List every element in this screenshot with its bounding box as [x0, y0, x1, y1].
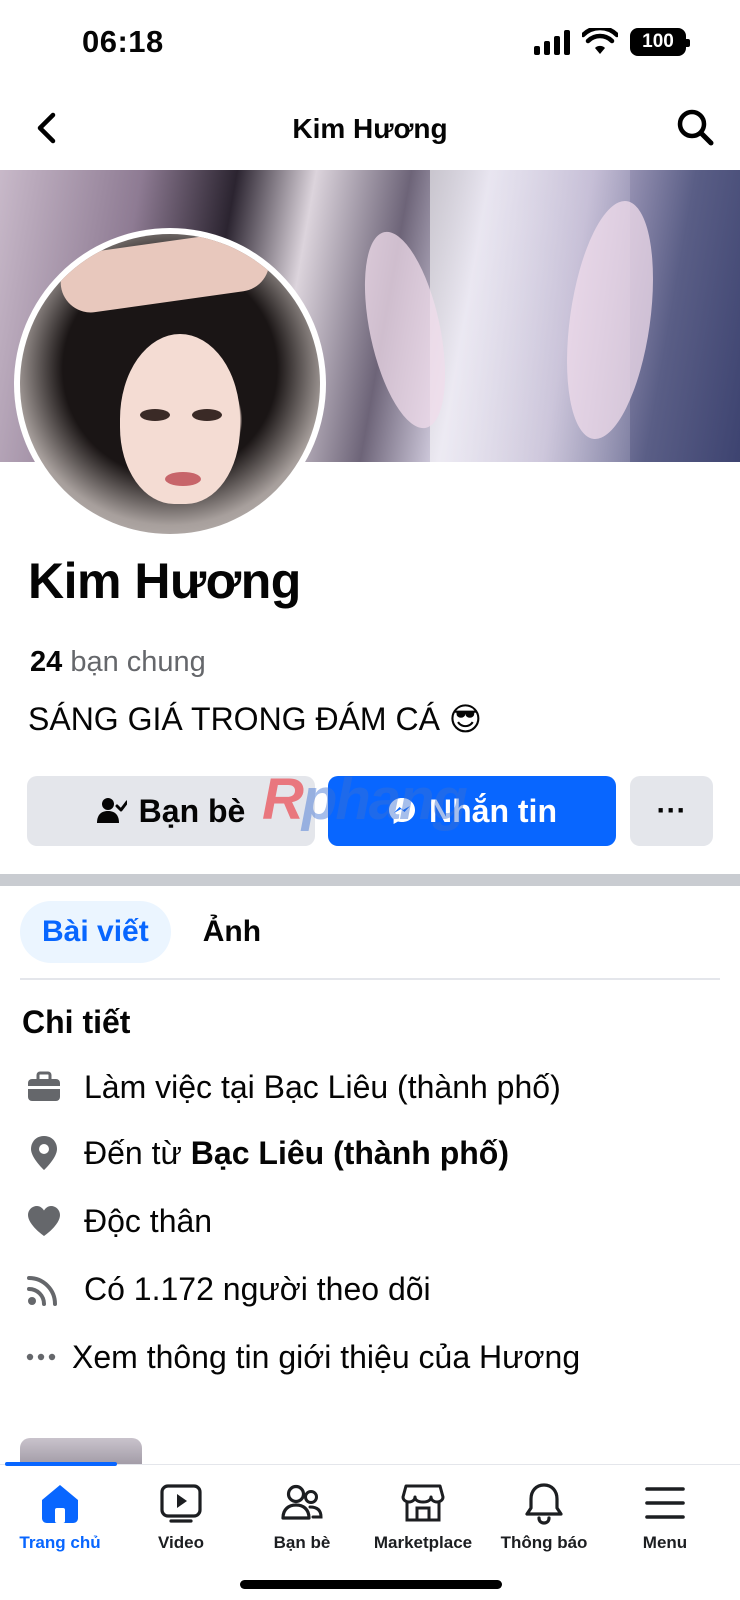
details-title: Chi tiết — [22, 1004, 131, 1040]
battery-icon: 100 — [630, 28, 690, 56]
search-button[interactable] — [672, 104, 718, 150]
mutual-friends[interactable]: 24 bạn chung — [30, 646, 206, 679]
see-about-info[interactable]: Xem thông tin giới thiệu của Hương — [22, 1332, 580, 1382]
mutual-friends-label: bạn chung — [70, 646, 206, 678]
nav-marketplace-label: Marketplace — [373, 1533, 473, 1552]
heart-icon — [22, 1199, 66, 1243]
detail-hometown-prefix: Đến từ — [84, 1134, 191, 1171]
friends-icon — [278, 1479, 326, 1527]
marketplace-icon — [399, 1479, 447, 1527]
home-indicator[interactable] — [240, 1580, 502, 1589]
status-time: 06:18 — [82, 24, 164, 59]
nav-video-label: Video — [158, 1533, 204, 1552]
active-tab-indicator — [5, 1462, 117, 1466]
nav-home[interactable]: Trang chủ — [0, 1479, 120, 1553]
nav-menu[interactable]: Menu — [605, 1479, 725, 1553]
bell-icon — [520, 1479, 568, 1527]
profile-actions: Bạn bè Nhắn tin ··· — [27, 776, 713, 846]
detail-hometown: Đến từ Bạc Liêu (thành phố) — [22, 1128, 509, 1178]
mutual-friends-count: 24 — [30, 646, 63, 678]
status-bar: 06:18 100 — [0, 0, 740, 88]
messenger-icon — [389, 798, 415, 824]
status-icons: 100 — [534, 28, 690, 56]
profile-tabs: Bài viết Ảnh — [20, 900, 283, 964]
more-options-button[interactable]: ··· — [630, 776, 713, 846]
friend-check-icon — [96, 798, 127, 823]
detail-work: Làm việc tại Bạc Liêu (thành phố) — [22, 1062, 561, 1112]
detail-relationship: Độc thân — [22, 1196, 212, 1246]
cellular-signal-icon — [534, 29, 570, 55]
profile-avatar[interactable] — [14, 228, 326, 540]
detail-work-text: Làm việc tại Bạc Liêu (thành phố) — [84, 1068, 561, 1105]
message-button-label: Nhắn tin — [429, 792, 557, 829]
home-icon — [36, 1479, 84, 1527]
briefcase-icon — [22, 1065, 66, 1109]
page-title: Kim Hương — [292, 113, 448, 144]
tab-photos[interactable]: Ảnh — [181, 901, 283, 963]
profile-name: Kim Hương — [28, 553, 301, 609]
friends-button[interactable]: Bạn bè — [27, 776, 315, 846]
see-about-info-text: Xem thông tin giới thiệu của Hương — [72, 1338, 581, 1375]
detail-relationship-text: Độc thân — [84, 1202, 213, 1239]
nav-marketplace[interactable]: Marketplace — [363, 1479, 483, 1553]
detail-followers-text: Có 1.172 người theo dõi — [84, 1270, 431, 1307]
chevron-left-icon — [37, 112, 56, 144]
wifi-icon — [582, 28, 618, 54]
friends-button-label: Bạn bè — [138, 792, 246, 829]
nav-menu-label: Menu — [642, 1533, 688, 1552]
tabs-divider — [20, 978, 720, 980]
nav-notifications-label: Thông báo — [500, 1533, 588, 1552]
profile-bio: SÁNG GIÁ TRONG ĐÁM CÁ 😎 — [28, 701, 483, 737]
more-options-icon: ··· — [656, 794, 687, 827]
menu-icon — [641, 1479, 689, 1527]
nav-friends-label: Bạn bè — [273, 1533, 331, 1552]
more-dots-icon — [22, 1335, 60, 1379]
nav-header: Kim Hương — [0, 88, 740, 170]
back-button[interactable] — [24, 106, 68, 150]
search-icon — [677, 109, 714, 146]
location-pin-icon — [22, 1131, 66, 1175]
rss-followers-icon — [22, 1267, 66, 1311]
section-separator — [0, 874, 740, 886]
nav-notifications[interactable]: Thông báo — [484, 1479, 604, 1553]
detail-hometown-place[interactable]: Bạc Liêu (thành phố) — [191, 1135, 509, 1172]
detail-followers[interactable]: Có 1.172 người theo dõi — [22, 1264, 431, 1314]
nav-home-label: Trang chủ — [19, 1533, 101, 1552]
avatar-photo — [20, 234, 320, 534]
message-button[interactable]: Nhắn tin — [328, 776, 616, 846]
nav-friends[interactable]: Bạn bè — [242, 1479, 362, 1553]
nav-video[interactable]: Video — [121, 1479, 241, 1553]
video-icon — [157, 1479, 205, 1527]
tab-posts[interactable]: Bài viết — [20, 901, 171, 963]
